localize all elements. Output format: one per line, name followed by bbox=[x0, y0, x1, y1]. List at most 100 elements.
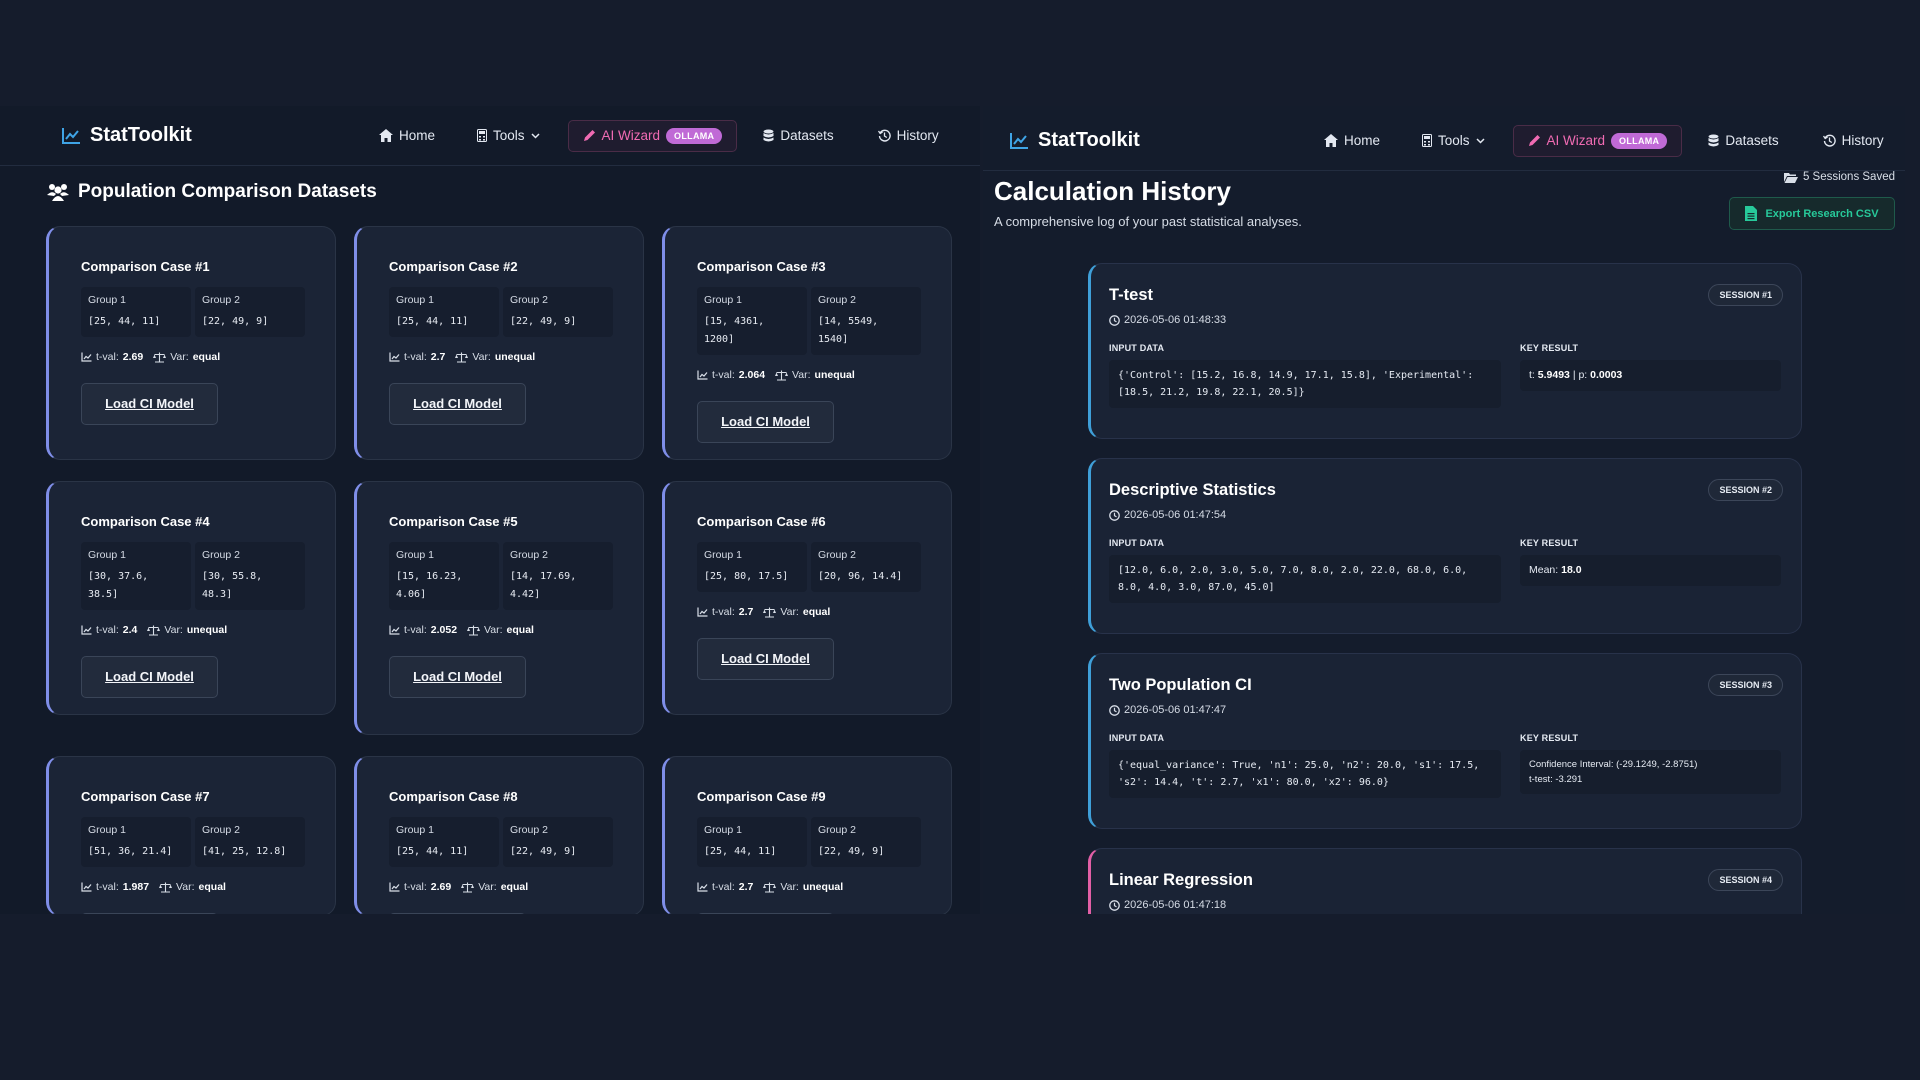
nav-history[interactable]: History bbox=[1815, 127, 1892, 154]
card-title: Comparison Case #4 bbox=[81, 514, 210, 529]
t-value-label: t-val: bbox=[404, 351, 427, 363]
t-value-stat: t-val: 2.69 bbox=[81, 351, 143, 363]
nav-home[interactable]: Home bbox=[1316, 127, 1388, 154]
group-2-label: Group 2 bbox=[818, 824, 856, 836]
users-icon bbox=[47, 184, 69, 201]
t-label: t: bbox=[1529, 369, 1535, 381]
home-icon bbox=[1324, 134, 1338, 147]
export-csv-label: Export Research CSV bbox=[1765, 207, 1879, 220]
card-title: Comparison Case #5 bbox=[389, 514, 518, 529]
nav-home-label: Home bbox=[399, 128, 436, 143]
group-1-values: [51, 36, 21.4] bbox=[88, 846, 173, 857]
card-title: Comparison Case #6 bbox=[697, 514, 826, 529]
group-1-box: Group 1 [15, 16.23, 4.06] bbox=[389, 542, 499, 610]
card-title: Comparison Case #8 bbox=[389, 789, 518, 804]
card-stats: t-val: 2.052 Var: equal bbox=[389, 624, 643, 636]
pencil-icon bbox=[1528, 135, 1540, 146]
nav-tools[interactable]: Tools bbox=[1414, 127, 1493, 154]
chart-line-icon bbox=[81, 625, 92, 635]
nav-ai-wizard[interactable]: AI Wizard OLLAMA bbox=[567, 119, 738, 152]
nav-history[interactable]: History bbox=[870, 122, 947, 149]
chevron-down-icon bbox=[1476, 137, 1485, 144]
entry-timestamp: 2026-05-06 01:47:47 bbox=[1109, 704, 1781, 716]
variance-value: equal bbox=[198, 881, 226, 893]
variance-label: Var: bbox=[780, 881, 799, 893]
confidence-interval-text: Confidence Interval: (-29.1249, -2.8751) bbox=[1529, 759, 1698, 770]
group-1-values: [30, 37.6, 38.5] bbox=[88, 571, 149, 600]
p-label: p: bbox=[1578, 369, 1588, 381]
section-title-text: Population Comparison Datasets bbox=[78, 181, 377, 202]
datasets-window: StatToolkit Home Tools AI Wizard OLLAMA … bbox=[0, 106, 980, 914]
t-value-stat: t-val: 2.7 bbox=[389, 351, 445, 363]
variance-stat: Var: unequal bbox=[775, 369, 855, 381]
brand-logo[interactable]: StatToolkit bbox=[61, 124, 192, 147]
variance-stat: Var: unequal bbox=[763, 881, 843, 893]
card-title: Comparison Case #2 bbox=[389, 259, 518, 274]
balance-scale-icon bbox=[763, 882, 777, 893]
ollama-badge: OLLAMA bbox=[666, 127, 723, 144]
t-value: 2.69 bbox=[430, 881, 452, 893]
entry-timestamp: 2026-05-06 01:47:18 bbox=[1109, 899, 1781, 911]
nav-menu: Home Tools AI Wizard OLLAMA Datasets His… bbox=[371, 119, 947, 152]
group-1-label: Group 1 bbox=[88, 549, 126, 561]
timestamp-text: 2026-05-06 01:47:54 bbox=[1124, 509, 1227, 521]
page-title: Calculation History bbox=[994, 176, 1231, 206]
t-value-stat: t-val: 1.987 bbox=[81, 881, 149, 893]
input-data-value: [12.0, 6.0, 2.0, 3.0, 5.0, 7.0, 8.0, 2.0… bbox=[1109, 555, 1501, 603]
section-title: Population Comparison Datasets bbox=[46, 181, 377, 203]
group-2-label: Group 2 bbox=[818, 549, 856, 561]
key-result-label: KEY RESULT bbox=[1520, 733, 1579, 743]
load-ci-model-button[interactable]: Load CI Model bbox=[81, 383, 218, 425]
load-ci-model-button[interactable]: Load CI Model bbox=[389, 913, 526, 914]
history-entry: Linear Regression SESSION #4 2026-05-06 … bbox=[1088, 848, 1802, 914]
load-ci-model-button[interactable]: Load CI Model bbox=[697, 913, 834, 914]
input-data-section: INPUT DATA {'Control': [15.2, 16.8, 14.9… bbox=[1109, 343, 1501, 408]
group-1-box: Group 1 [25, 44, 11] bbox=[81, 287, 191, 337]
group-2-values: [22, 49, 9] bbox=[510, 316, 577, 327]
brand-name: StatToolkit bbox=[90, 124, 192, 146]
group-2-box: Group 2 [22, 49, 9] bbox=[195, 287, 305, 337]
input-data-section: INPUT DATA [12.0, 6.0, 2.0, 3.0, 5.0, 7.… bbox=[1109, 538, 1501, 603]
file-csv-icon bbox=[1745, 206, 1758, 221]
key-result-value: Confidence Interval: (-29.1249, -2.8751)… bbox=[1520, 750, 1781, 794]
entry-title: Descriptive Statistics bbox=[1109, 481, 1276, 499]
input-data-section: INPUT DATA {'equal_variance': True, 'n1'… bbox=[1109, 733, 1501, 798]
key-result-label: KEY RESULT bbox=[1520, 343, 1579, 353]
group-values: Group 1 [15, 4361, 1200] Group 2 [14, 5549,… bbox=[697, 287, 951, 355]
nav-datasets[interactable]: Datasets bbox=[755, 122, 841, 149]
group-1-box: Group 1 [25, 44, 11] bbox=[697, 817, 807, 867]
variance-stat: Var: unequal bbox=[455, 351, 535, 363]
export-csv-button[interactable]: Export Research CSV bbox=[1729, 197, 1895, 230]
load-ci-model-button[interactable]: Load CI Model bbox=[389, 656, 526, 698]
key-result-label: KEY RESULT bbox=[1520, 538, 1579, 548]
card-title: Comparison Case #1 bbox=[81, 259, 210, 274]
load-ci-model-button[interactable]: Load CI Model bbox=[389, 383, 526, 425]
load-ci-model-button[interactable]: Load CI Model bbox=[697, 638, 834, 680]
nav-datasets[interactable]: Datasets bbox=[1700, 127, 1786, 154]
card-stats: t-val: 2.7 Var: unequal bbox=[389, 351, 643, 363]
history-window: StatToolkit Home Tools AI Wizard OLLAMA … bbox=[983, 106, 1905, 914]
entry-io: INPUT DATA {'Control': [15.2, 16.8, 14.9… bbox=[1109, 343, 1781, 408]
group-1-values: [15, 4361, 1200] bbox=[704, 316, 765, 345]
nav-ai-wizard[interactable]: AI Wizard OLLAMA bbox=[1512, 124, 1683, 157]
load-ci-model-button[interactable]: Load CI Model bbox=[81, 656, 218, 698]
nav-home[interactable]: Home bbox=[371, 122, 443, 149]
load-ci-model-button[interactable]: Load CI Model bbox=[81, 913, 218, 914]
nav-ai-wizard-label: AI Wizard bbox=[1546, 133, 1606, 148]
sessions-saved-counter: 5 Sessions Saved bbox=[1783, 171, 1895, 183]
group-2-label: Group 2 bbox=[202, 294, 240, 306]
load-ci-model-button[interactable]: Load CI Model bbox=[697, 401, 834, 443]
group-1-box: Group 1 [30, 37.6, 38.5] bbox=[81, 542, 191, 610]
input-data-label: INPUT DATA bbox=[1109, 538, 1165, 548]
calculator-icon bbox=[1422, 134, 1433, 147]
t-value-label: t-val: bbox=[712, 606, 735, 618]
group-1-label: Group 1 bbox=[396, 294, 434, 306]
group-2-values: [41, 25, 12.8] bbox=[202, 846, 287, 857]
entry-title: Two Population CI bbox=[1109, 676, 1252, 694]
entry-timestamp: 2026-05-06 01:48:33 bbox=[1109, 314, 1781, 326]
nav-tools[interactable]: Tools bbox=[469, 122, 548, 149]
variance-label: Var: bbox=[478, 881, 497, 893]
brand-logo[interactable]: StatToolkit bbox=[1009, 129, 1140, 152]
chart-line-icon bbox=[389, 352, 400, 362]
database-icon bbox=[1708, 134, 1719, 147]
